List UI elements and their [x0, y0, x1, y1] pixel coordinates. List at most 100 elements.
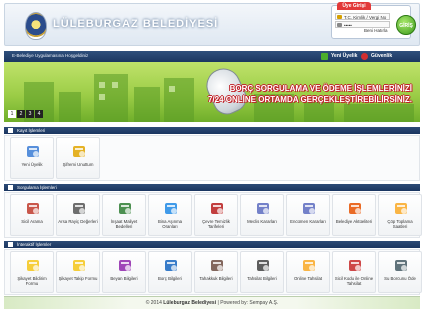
clock-icon — [209, 200, 225, 216]
slide-dot[interactable]: 1 — [8, 110, 16, 118]
password-input[interactable]: ••••• — [335, 21, 390, 28]
building-graphic — [164, 78, 194, 122]
slide-dot[interactable]: 2 — [17, 110, 25, 118]
tile-document-pen[interactable]: Encümen Kararları — [286, 194, 330, 236]
forgot-password-icon — [71, 143, 87, 159]
new-member-label: Yeni Üyelik — [331, 53, 358, 59]
tile-label: Sicil Arama — [21, 219, 43, 224]
shield-icon — [361, 53, 368, 60]
footer: © 2014 Lüleburgaz Belediyesi | Powered b… — [4, 296, 420, 309]
user-search-icon — [25, 200, 41, 216]
id-icon — [337, 15, 342, 19]
password-value: ••••• — [344, 23, 352, 28]
envelope-icon — [25, 257, 41, 273]
tile-user-search[interactable]: Sicil Arama — [10, 194, 54, 236]
tile-label: Bina Aşınma Oranları — [157, 219, 183, 230]
tile-megaphone[interactable]: Belediye Aktüeliteri — [332, 194, 376, 236]
tile-label: Çevre Temizlik Tarifeleri — [202, 219, 230, 230]
footer-text: © 2014 Lüleburgaz Belediyesi | Powered b… — [4, 300, 420, 306]
tile-new-user[interactable]: Yeni Üyelik — [10, 137, 54, 179]
tile-label: Arsa Rayiç Değerleri — [58, 219, 98, 224]
tile-blueprint[interactable]: İnşaat Maliyet Bedelleri — [102, 194, 146, 236]
remember-me-link[interactable]: Beni Hatırla — [364, 28, 388, 33]
tile-label: Sicil Kodu ile Online Tahsilat — [334, 276, 374, 287]
tile-label: Online Tahsilat — [293, 276, 323, 281]
tile-truck-clock[interactable]: Çöp Toplama Saatleri — [378, 194, 422, 236]
copyright-year: © 2014 — [145, 300, 162, 306]
tile-envelope[interactable]: Şikayet Bildirim Formu — [10, 251, 54, 293]
tile-label: Tahakkuk Bilgileri — [199, 276, 233, 281]
banner-headline-2: 7/24 ONLİNE ORTAMDA GERÇEKLEŞTİREBİLİRSİ… — [207, 95, 412, 104]
tile-clock[interactable]: Çevre Temizlik Tarifeleri — [194, 194, 238, 236]
megaphone-icon — [347, 200, 363, 216]
banner-headline-1: BORÇ SORGULAMA VE ÖDEME İŞLEMLERİNİZİ — [229, 84, 412, 93]
magnifier-icon — [71, 200, 87, 216]
tile-label: Belediye Aktüeliteri — [335, 219, 373, 224]
tile-label: Encümen Kararları — [290, 219, 326, 224]
water-tap-icon — [393, 257, 409, 273]
tile-forgot-password[interactable]: Şifremi Unuttum — [56, 137, 100, 179]
tile-magnifier[interactable]: Arsa Rayiç Değerleri — [56, 194, 100, 236]
top-navbar: E-Belediye Uygulamasına Hoşgeldiniz Yeni… — [4, 51, 420, 62]
footer-org-link[interactable]: Lüleburgaz Belediyesi — [163, 300, 216, 306]
tile-label: Şikayet Bildirim Formu — [17, 276, 47, 287]
form-icon — [117, 257, 133, 273]
section-title: Sorgulama İşlemleri — [17, 185, 57, 190]
window-graphic — [99, 94, 105, 100]
footer-separator: | — [217, 300, 219, 306]
tile-document-check[interactable]: Meclis Kararları — [240, 194, 284, 236]
window-graphic — [169, 86, 175, 92]
building-graphic — [59, 92, 81, 122]
section-header-queries: Sorgulama İşlemleri — [4, 184, 420, 191]
section-title: Kayıt İşlemleri — [17, 128, 46, 133]
truck-clock-icon — [393, 200, 409, 216]
section-header-membership: Kayıt İşlemleri — [4, 127, 420, 134]
login-button[interactable]: GİRİŞ — [396, 15, 416, 35]
promo-banner[interactable]: BORÇ SORGULAMA VE ÖDEME İŞLEMLERİNİZİ 7/… — [4, 62, 420, 122]
tc-input[interactable]: T.C. Kimlik / Vergi No — [335, 13, 390, 20]
municipality-logo[interactable] — [25, 12, 47, 40]
ledger-icon — [209, 257, 225, 273]
tile-label: Beyan Bilgileri — [110, 276, 138, 281]
building-graphic — [344, 104, 414, 122]
tile-pie-chart[interactable]: Bina Aşınma Oranları — [148, 194, 192, 236]
login-tab[interactable]: Üye Girişi — [337, 2, 371, 10]
user-add-icon — [321, 53, 328, 60]
page: LÜLEBURGAZ BELEDİYESİ Üye Girişi T.C. Ki… — [0, 0, 425, 313]
tile-credit-card[interactable]: Online Tahsilat — [286, 251, 330, 293]
section-icon — [8, 185, 13, 190]
site-title: LÜLEBURGAZ BELEDİYESİ — [53, 18, 219, 30]
new-user-icon — [25, 143, 41, 159]
section-icon — [8, 128, 13, 133]
security-label: Güvenlik — [371, 53, 393, 59]
tile-form[interactable]: Beyan Bilgileri — [102, 251, 146, 293]
tile-label: Yeni Üyelik — [21, 162, 43, 167]
tile-card[interactable]: Tahsilat Bilgileri — [240, 251, 284, 293]
tile-ledger[interactable]: Tahakkuk Bilgileri — [194, 251, 238, 293]
tile-label: Şifremi Unuttum — [62, 162, 94, 167]
blueprint-icon — [117, 200, 133, 216]
slide-dot[interactable]: 4 — [35, 110, 43, 118]
tile-label: Borç Bilgileri — [158, 276, 182, 281]
section-icon — [8, 242, 13, 247]
tile-label: Meclis Kararları — [247, 219, 277, 224]
welcome-text: E-Belediye Uygulamasına Hoşgeldiniz — [12, 53, 89, 58]
building-graphic — [134, 87, 160, 122]
tc-input-placeholder: T.C. Kimlik / Vergi No — [344, 15, 387, 20]
card-key-icon — [347, 257, 363, 273]
tile-envelope-search[interactable]: Şikayet Takip Formu — [56, 251, 100, 293]
tile-card-key[interactable]: Sicil Kodu ile Online Tahsilat — [332, 251, 376, 293]
books-icon — [163, 257, 179, 273]
tile-books[interactable]: Borç Bilgileri — [148, 251, 192, 293]
security-button[interactable]: Güvenlik — [360, 52, 392, 61]
powered-by-link[interactable]: Powered by: Sempay A.Ş. — [220, 300, 278, 306]
new-member-button[interactable]: Yeni Üyelik — [320, 52, 357, 61]
tile-label: Çöp Toplama Saatleri — [387, 219, 413, 230]
tile-label: İnşaat Maliyet Bedelleri — [110, 219, 138, 230]
tile-label: Şikayet Takip Formu — [58, 276, 98, 281]
window-graphic — [99, 82, 105, 88]
slide-dot[interactable]: 3 — [26, 110, 34, 118]
tile-water-tap[interactable]: Su Borcunu Öde — [378, 251, 422, 293]
building-graphic — [304, 102, 334, 122]
section-header-interactive: İnteraktif İşlemler — [4, 241, 420, 248]
